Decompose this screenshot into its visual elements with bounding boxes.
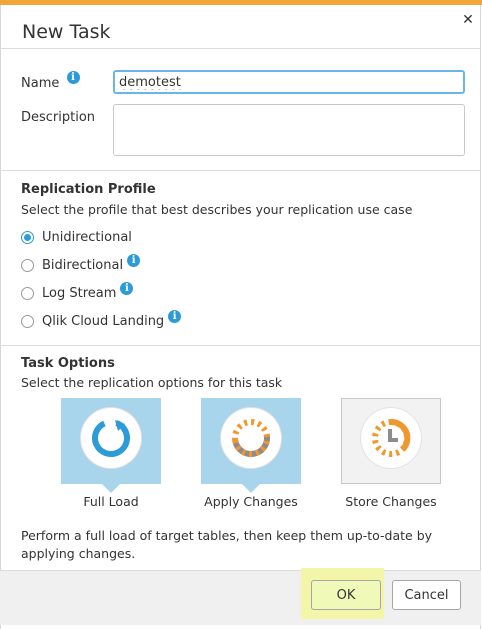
radio-label: Unidirectional xyxy=(42,229,132,245)
replication-profile-title: Replication Profile xyxy=(21,182,156,197)
profile-divider xyxy=(0,170,481,171)
qlik-cloud-landing-info-icon[interactable]: i xyxy=(168,309,182,323)
radio-button[interactable] xyxy=(21,258,34,272)
radio-bidirectional[interactable]: Bidirectional i xyxy=(21,253,141,274)
close-icon[interactable]: ✕ xyxy=(460,12,476,28)
task-options-subtitle: Select the replication options for this … xyxy=(21,375,283,390)
apply-changes-icon xyxy=(232,419,270,457)
name-label: Name xyxy=(21,76,60,91)
name-input[interactable] xyxy=(113,70,465,94)
radio-label: Bidirectional xyxy=(42,257,124,273)
name-label-group: Name i xyxy=(21,71,80,91)
radio-button[interactable] xyxy=(21,314,34,328)
task-options-title: Task Options xyxy=(21,356,115,371)
title-divider xyxy=(0,48,481,49)
cancel-button[interactable]: Cancel xyxy=(392,580,461,610)
full-load-label: Full Load xyxy=(83,494,139,509)
ok-button[interactable]: OK xyxy=(311,580,381,610)
store-changes-icon xyxy=(372,418,411,457)
name-info-icon[interactable]: i xyxy=(66,71,80,84)
full-load-icon xyxy=(92,419,130,457)
apply-changes-icon-circle xyxy=(221,408,281,468)
full-load-tile[interactable] xyxy=(61,398,161,493)
description-textarea[interactable] xyxy=(113,104,465,156)
bidirectional-info-icon[interactable]: i xyxy=(127,253,141,267)
task-option-description: Perform a full load of target tables, th… xyxy=(21,528,433,561)
log-stream-info-icon[interactable]: i xyxy=(120,281,134,295)
radio-qlik-cloud-landing[interactable]: Qlik Cloud Landing i xyxy=(21,309,182,330)
full-load-icon-circle xyxy=(81,408,141,468)
radio-unidirectional[interactable]: Unidirectional xyxy=(21,228,132,246)
radio-label: Log Stream xyxy=(42,285,117,301)
radio-button[interactable] xyxy=(21,286,34,300)
store-changes-tile[interactable] xyxy=(341,398,441,484)
replication-profile-subtitle: Select the profile that best describes y… xyxy=(21,202,413,217)
radio-log-stream[interactable]: Log Stream i xyxy=(21,281,134,302)
radio-label: Qlik Cloud Landing xyxy=(42,313,165,329)
options-divider xyxy=(0,345,481,346)
radio-button[interactable] xyxy=(21,230,34,244)
description-label: Description xyxy=(21,110,96,125)
apply-changes-tile[interactable] xyxy=(201,398,301,493)
store-changes-label: Store Changes xyxy=(345,494,437,509)
store-changes-icon-circle xyxy=(361,408,421,468)
apply-changes-label: Apply Changes xyxy=(204,494,298,509)
dialog-title: New Task xyxy=(22,21,111,43)
